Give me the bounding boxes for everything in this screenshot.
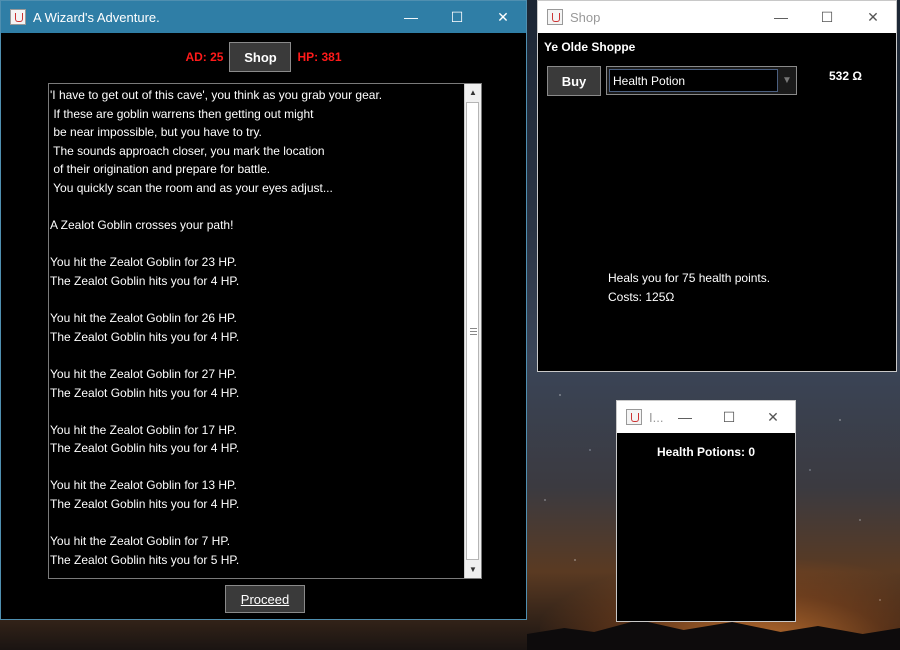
- hit-points-label: HP: 381: [297, 50, 342, 64]
- log-line: The sounds approach closer, you mark the…: [50, 143, 325, 158]
- item-effect: Heals you for 75 health points.: [608, 271, 771, 285]
- item-cost: Costs: 125Ω: [608, 290, 675, 304]
- log-line: You hit the Zealot Goblin for 17 HP.: [50, 422, 237, 437]
- log-line: You hit the Zealot Goblin for 7 HP.: [50, 534, 231, 549]
- minimize-icon[interactable]: —: [758, 1, 804, 33]
- scroll-up-icon[interactable]: ▲: [465, 84, 481, 101]
- close-icon[interactable]: ✕: [751, 401, 795, 433]
- java-cup-icon: [626, 409, 642, 425]
- buy-button[interactable]: Buy: [547, 66, 601, 96]
- inventory-window-title: I...: [649, 409, 664, 425]
- stats-bar: AD: 25 Shop HP: 381: [1, 42, 526, 72]
- shop-window: Shop — ☐ ✕ Ye Olde Shoppe Buy Health Pot…: [537, 0, 897, 372]
- scrollbar-thumb[interactable]: [466, 102, 479, 560]
- close-icon[interactable]: ✕: [480, 1, 526, 33]
- item-select[interactable]: Health Potion ▼: [606, 66, 797, 95]
- health-potion-count: Health Potions: 0: [656, 445, 755, 459]
- game-window: A Wizard's Adventure. — ☐ ✕ AD: 25 Shop …: [0, 0, 527, 620]
- close-icon[interactable]: ✕: [850, 1, 896, 33]
- minimize-icon[interactable]: —: [663, 401, 707, 433]
- shop-window-title: Shop: [570, 9, 601, 25]
- maximize-icon[interactable]: ☐: [804, 1, 850, 33]
- maximize-icon[interactable]: ☐: [434, 1, 480, 33]
- java-cup-icon: [547, 9, 563, 25]
- combat-log-text: 'I have to get out of this cave', you th…: [50, 86, 463, 569]
- log-line: You quickly scan the room and as your ey…: [50, 180, 333, 195]
- maximize-icon[interactable]: ☐: [707, 401, 751, 433]
- shop-button[interactable]: Shop: [229, 42, 292, 72]
- inventory-window: I... — ☐ ✕ Health Potions: 0: [616, 400, 796, 622]
- game-titlebar[interactable]: A Wizard's Adventure. — ☐ ✕: [1, 1, 526, 33]
- gold-amount: 532 Ω: [829, 69, 862, 83]
- log-line: The Zealot Goblin hits you for 4 HP.: [50, 497, 240, 512]
- log-line: You hit the Zealot Goblin for 23 HP.: [50, 255, 237, 270]
- minimize-icon[interactable]: —: [388, 1, 434, 33]
- inventory-titlebar[interactable]: I... — ☐ ✕: [617, 401, 795, 433]
- shop-titlebar[interactable]: Shop — ☐ ✕: [538, 1, 896, 33]
- proceed-button[interactable]: Proceed: [225, 585, 305, 613]
- log-line: The Zealot Goblin hits you for 5 HP.: [50, 552, 240, 567]
- log-line: 'I have to get out of this cave', you th…: [50, 88, 383, 102]
- scroll-down-icon[interactable]: ▼: [465, 561, 481, 578]
- game-window-title: A Wizard's Adventure.: [33, 9, 160, 25]
- java-cup-icon: [10, 9, 26, 25]
- log-line: of their origination and prepare for bat…: [50, 162, 271, 177]
- log-line: be near impossible, but you have to try.: [50, 125, 262, 140]
- log-line: The Zealot Goblin hits you for 4 HP.: [50, 441, 240, 456]
- item-description: Heals you for 75 health points. Costs: 1…: [608, 269, 770, 307]
- shop-heading: Ye Olde Shoppe: [544, 40, 636, 54]
- log-line: You hit the Zealot Goblin for 13 HP.: [50, 478, 237, 493]
- log-line: The Zealot Goblin hits you for 4 HP.: [50, 329, 240, 344]
- combat-log-scrollbar[interactable]: ▲ ▼: [464, 84, 481, 578]
- grip-icon: [470, 328, 477, 335]
- log-line: The Zealot Goblin hits you for 4 HP.: [50, 385, 240, 400]
- log-line: You hit the Zealot Goblin for 27 HP.: [50, 366, 237, 381]
- log-line: A Zealot Goblin crosses your path!: [50, 218, 234, 233]
- chevron-down-icon[interactable]: ▼: [778, 75, 796, 86]
- attack-damage-label: AD: 25: [185, 50, 224, 64]
- log-line: If these are goblin warrens then getting…: [50, 106, 314, 121]
- log-line: You hit the Zealot Goblin for 26 HP.: [50, 311, 237, 326]
- item-select-value: Health Potion: [609, 69, 778, 92]
- combat-log[interactable]: 'I have to get out of this cave', you th…: [48, 83, 482, 579]
- log-line: The Zealot Goblin hits you for 4 HP.: [50, 273, 240, 288]
